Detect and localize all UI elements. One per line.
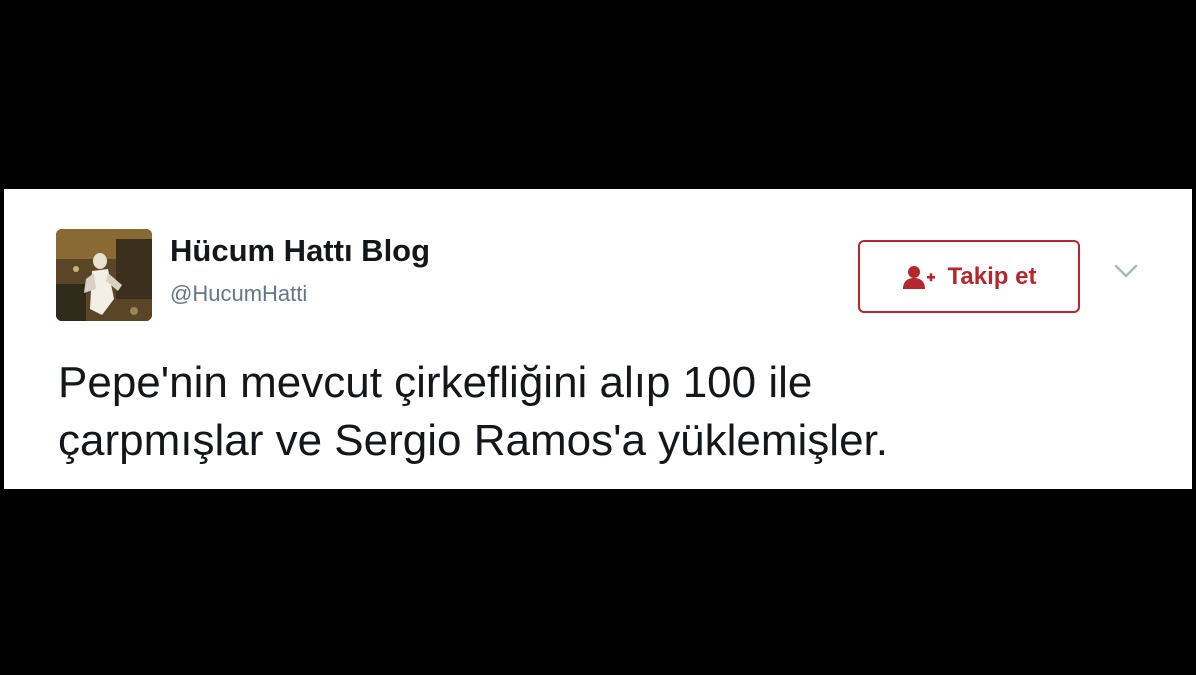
author-handle[interactable]: @HucumHatti — [170, 281, 307, 307]
avatar-photo-icon — [56, 229, 152, 321]
author-display-name[interactable]: Hücum Hattı Blog — [170, 233, 430, 269]
tweet-text: Pepe'nin mevcut çirkefliğini alıp 100 il… — [58, 354, 1158, 470]
tweet-menu-button[interactable] — [1112, 261, 1140, 281]
follow-button[interactable]: Takip et — [858, 240, 1080, 313]
author-avatar[interactable] — [56, 229, 152, 321]
chevron-down-icon — [1114, 264, 1138, 278]
tweet-card: Hücum Hattı Blog @HucumHatti Takip et Pe… — [4, 189, 1192, 489]
screenshot-canvas: Hücum Hattı Blog @HucumHatti Takip et Pe… — [0, 0, 1196, 675]
follow-button-label: Takip et — [947, 262, 1037, 290]
tweet-text-line: çarpmışlar ve Sergio Ramos'a yüklemişler… — [58, 416, 889, 465]
add-user-icon — [902, 264, 936, 290]
tweet-text-line: Pepe'nin mevcut çirkefliğini alıp 100 il… — [58, 358, 813, 407]
